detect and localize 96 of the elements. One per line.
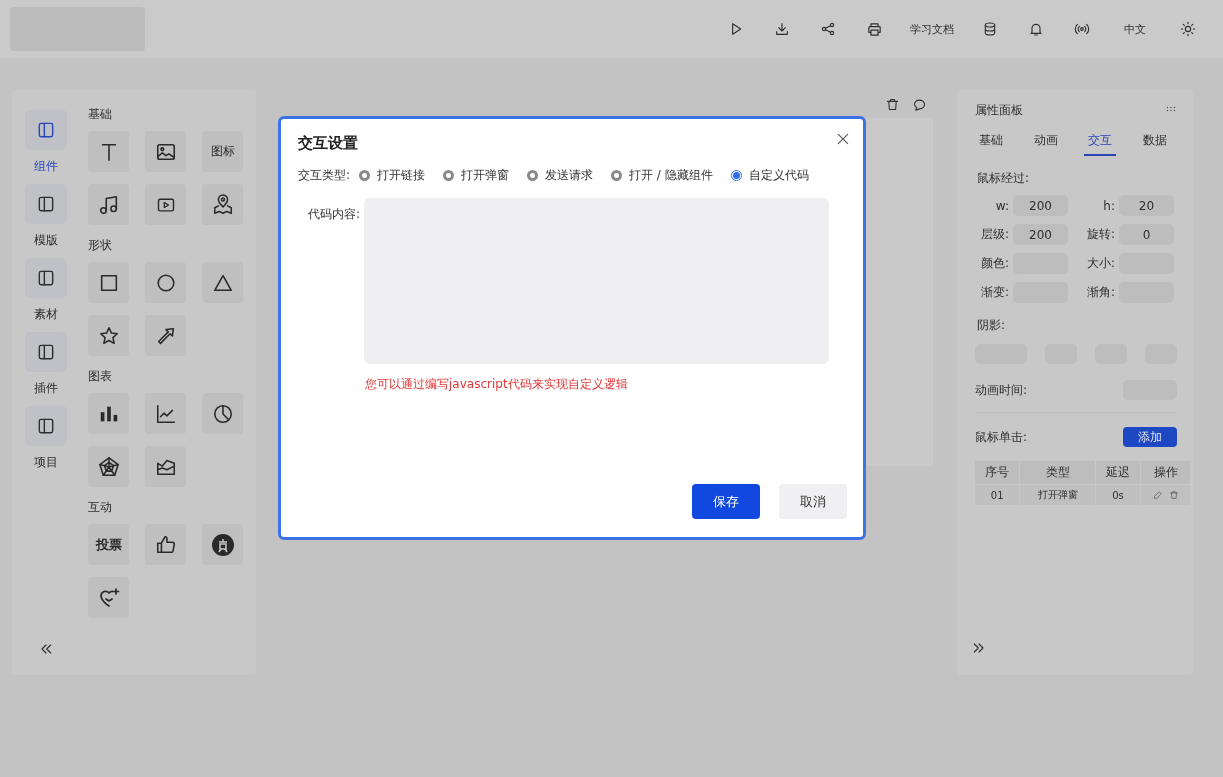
- panel-title: 属性面板: [975, 102, 1023, 119]
- group-title: 互动: [88, 499, 113, 516]
- radar-chart-icon: [97, 455, 120, 478]
- radio-button[interactable]: [611, 170, 623, 181]
- field-label: 交互类型:: [298, 167, 351, 184]
- field-label: 大小:: [1085, 255, 1115, 272]
- reward-badge-icon: [210, 532, 235, 557]
- radio-option[interactable]: 打开链接: [359, 167, 426, 184]
- map-pin-icon: [211, 193, 234, 216]
- trash-icon: [1168, 490, 1179, 500]
- field-label: h:: [1102, 198, 1115, 213]
- component-tile[interactable]: [202, 524, 243, 565]
- edit-icon: [1152, 490, 1163, 500]
- component-tile[interactable]: [145, 184, 186, 225]
- radio-button[interactable]: [359, 170, 371, 181]
- component-tile[interactable]: [88, 577, 129, 618]
- component-tile[interactable]: [88, 131, 129, 172]
- table-cell: 01: [975, 484, 1020, 505]
- component-tile[interactable]: [145, 262, 186, 303]
- section-label: 阴影:: [977, 317, 1007, 334]
- save-button[interactable]: 保存: [692, 484, 760, 519]
- component-tile[interactable]: [145, 131, 186, 172]
- group-title: 形状: [88, 237, 113, 254]
- comment-icon: [912, 96, 927, 112]
- component-tile[interactable]: [88, 262, 129, 303]
- radio-button[interactable]: [443, 170, 455, 181]
- radio-option[interactable]: 打开 / 隐藏组件: [611, 167, 713, 184]
- sun-icon: [1180, 21, 1196, 37]
- component-tile[interactable]: [202, 262, 243, 303]
- cancel-button[interactable]: 取消: [779, 484, 847, 519]
- tab[interactable]: 基础: [975, 129, 1007, 156]
- radio-option[interactable]: 自定义代码: [730, 167, 809, 184]
- component-tile[interactable]: [88, 315, 129, 356]
- column-header: 类型: [1019, 461, 1096, 485]
- trash-icon: [885, 96, 900, 112]
- toolbar-link[interactable]: 学习文档: [907, 14, 957, 44]
- field-label: w:: [994, 198, 1009, 213]
- radio-button[interactable]: [730, 170, 742, 181]
- input-field[interactable]: 200: [1013, 195, 1068, 216]
- column-header: 延迟: [1095, 461, 1141, 485]
- column-header: 序号: [975, 461, 1020, 485]
- download-icon: [774, 21, 790, 37]
- radio-button[interactable]: [527, 170, 539, 181]
- table-cell: 打开弹窗: [1019, 484, 1096, 505]
- field-label: 旋转:: [1085, 226, 1115, 243]
- thumbs-up-icon: [154, 533, 177, 556]
- database-icon: [982, 21, 998, 37]
- line-chart-icon: [154, 402, 177, 425]
- component-tile[interactable]: [88, 393, 129, 434]
- sidebar-panel-icon: [36, 194, 56, 214]
- component-tile[interactable]: 图标: [202, 131, 243, 172]
- component-tile[interactable]: [202, 184, 243, 225]
- star-icon: [97, 324, 120, 347]
- tab[interactable]: 数据: [1138, 129, 1171, 156]
- input-field[interactable]: 200: [1013, 224, 1068, 245]
- group-title: 图表: [88, 368, 113, 385]
- section-label: 鼠标单击:: [975, 428, 1028, 446]
- sidebar-panel-icon: [36, 120, 56, 140]
- sidebar-panel-icon: [36, 342, 56, 362]
- bell-icon: [1028, 21, 1044, 37]
- component-tile[interactable]: [145, 315, 186, 356]
- sidebar-panel-icon: [36, 416, 56, 436]
- input-field[interactable]: 20: [1119, 195, 1174, 216]
- broadcast-icon: [1074, 21, 1090, 37]
- component-tile[interactable]: [202, 393, 243, 434]
- component-tile[interactable]: [145, 446, 186, 487]
- component-tile[interactable]: 投票: [88, 524, 129, 565]
- pie-chart-icon: [211, 402, 234, 425]
- table-cell: 0s: [1095, 484, 1141, 505]
- radio-option[interactable]: 打开弹窗: [443, 167, 510, 184]
- component-tile[interactable]: [88, 184, 129, 225]
- component-tile[interactable]: [145, 524, 186, 565]
- field-label: 层级:: [979, 226, 1009, 243]
- add-button[interactable]: 添加: [1123, 427, 1177, 447]
- field-label: 代码内容:: [306, 206, 360, 223]
- share-icon: [820, 21, 836, 37]
- field-label: 渐变:: [979, 284, 1009, 301]
- close-icon: [835, 131, 851, 147]
- input-field[interactable]: 0: [1119, 224, 1174, 245]
- radio-option[interactable]: 发送请求: [527, 167, 594, 184]
- field-label: 动画时间:: [975, 381, 1028, 399]
- component-tile[interactable]: [88, 446, 129, 487]
- dialog-title: 交互设置: [298, 134, 358, 153]
- field-label: 渐角:: [1085, 284, 1115, 301]
- sidebar-panel-icon: [36, 268, 56, 288]
- hint-text: 您可以通过编写javascript代码来实现自定义逻辑: [365, 376, 629, 393]
- section-label: 鼠标经过:: [977, 170, 1031, 187]
- music-note-icon: [97, 193, 120, 216]
- field-label: 颜色:: [979, 255, 1009, 272]
- tab[interactable]: 交互: [1084, 129, 1117, 156]
- toolbar-link[interactable]: 中文: [1115, 14, 1155, 44]
- group-title: 基础: [88, 106, 113, 123]
- component-tile[interactable]: [145, 393, 186, 434]
- printer-icon: [865, 20, 883, 38]
- column-header: 操作: [1140, 461, 1191, 485]
- tab[interactable]: 动画: [1029, 129, 1062, 156]
